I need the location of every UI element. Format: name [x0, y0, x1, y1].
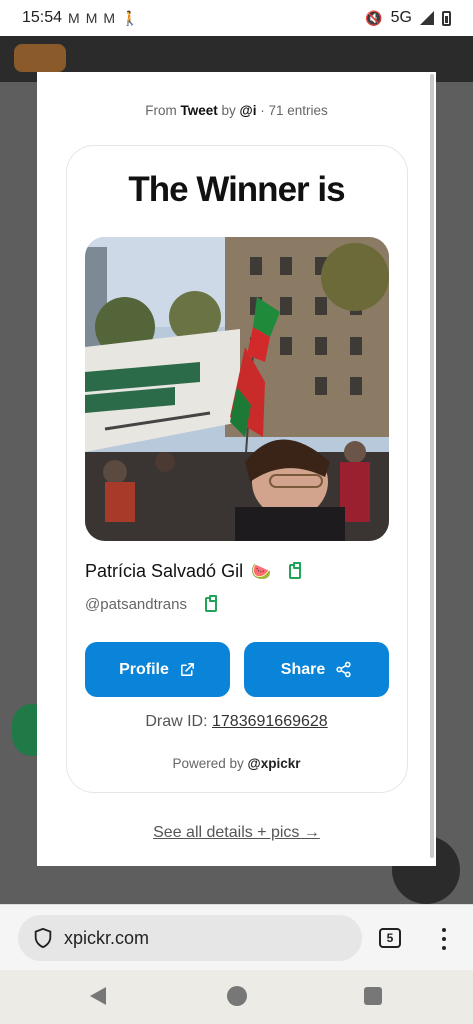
powered-prefix: Powered by: [172, 756, 244, 771]
powered-by: Powered by @xpickr: [37, 756, 436, 771]
winner-modal: From Tweet by @i · 71 entries The Winner…: [37, 72, 436, 866]
winner-photo: [85, 237, 389, 541]
share-button-label: Share: [280, 660, 326, 678]
share-icon: [336, 661, 351, 678]
draw-id-value[interactable]: 1783691669628: [212, 713, 328, 730]
copy-name-icon[interactable]: [289, 562, 301, 579]
profile-button-label: Profile: [119, 660, 169, 678]
browser-toolbar: xpickr.com 5: [0, 904, 473, 970]
winner-title: The Winner is: [128, 170, 345, 209]
address-bar[interactable]: xpickr.com: [18, 915, 362, 961]
copy-handle-icon[interactable]: [204, 595, 217, 612]
draw-id-label: Draw ID:: [145, 713, 208, 730]
source-by: by: [221, 103, 236, 118]
walking-icon: 🚶: [121, 9, 139, 26]
share-button[interactable]: Share: [244, 642, 389, 697]
gmail-icon: M: [103, 10, 116, 26]
recents-icon[interactable]: [364, 987, 382, 1005]
background-logo: [14, 44, 66, 72]
back-icon[interactable]: [90, 987, 106, 1005]
navigation-bar: [0, 970, 473, 1024]
battery-icon: [442, 10, 451, 26]
winner-handle: @patsandtrans: [85, 596, 187, 613]
browser-menu-icon[interactable]: [436, 925, 452, 953]
mute-icon: 🔇: [365, 9, 383, 26]
watermelon-emoji: 🍉: [251, 563, 271, 581]
see-all-details-link[interactable]: See all details + pics →: [37, 824, 436, 842]
network-label: 5G: [390, 9, 412, 26]
draw-id: Draw ID: 1783691669628: [37, 713, 436, 731]
source-platform: Tweet: [180, 103, 218, 118]
url-text[interactable]: xpickr.com: [64, 928, 149, 949]
gmail-icon: M: [85, 10, 98, 26]
clock: 15:54: [22, 9, 63, 26]
home-icon[interactable]: [227, 986, 247, 1006]
winner-name: Patrícia Salvadó Gil: [85, 561, 244, 581]
tabs-button[interactable]: 5: [379, 928, 401, 948]
source-prefix: From: [145, 103, 177, 118]
source-line: From Tweet by @i · 71 entries: [37, 103, 436, 118]
shield-icon[interactable]: [32, 926, 54, 950]
winner-handle-row: @patsandtrans: [85, 595, 217, 613]
gmail-icon: M: [68, 10, 80, 26]
powered-brand-link[interactable]: @xpickr: [248, 756, 301, 771]
status-bar: 15:54 M M M 🚶 🔇 5G: [0, 0, 473, 36]
source-entries: · 71 entries: [260, 103, 328, 118]
signal-icon: [420, 11, 434, 25]
external-link-icon: [180, 663, 194, 676]
profile-button[interactable]: Profile: [85, 642, 230, 697]
winner-name-row: Patrícia Salvadó Gil 🍉: [85, 561, 301, 582]
source-author[interactable]: @i: [240, 103, 257, 118]
